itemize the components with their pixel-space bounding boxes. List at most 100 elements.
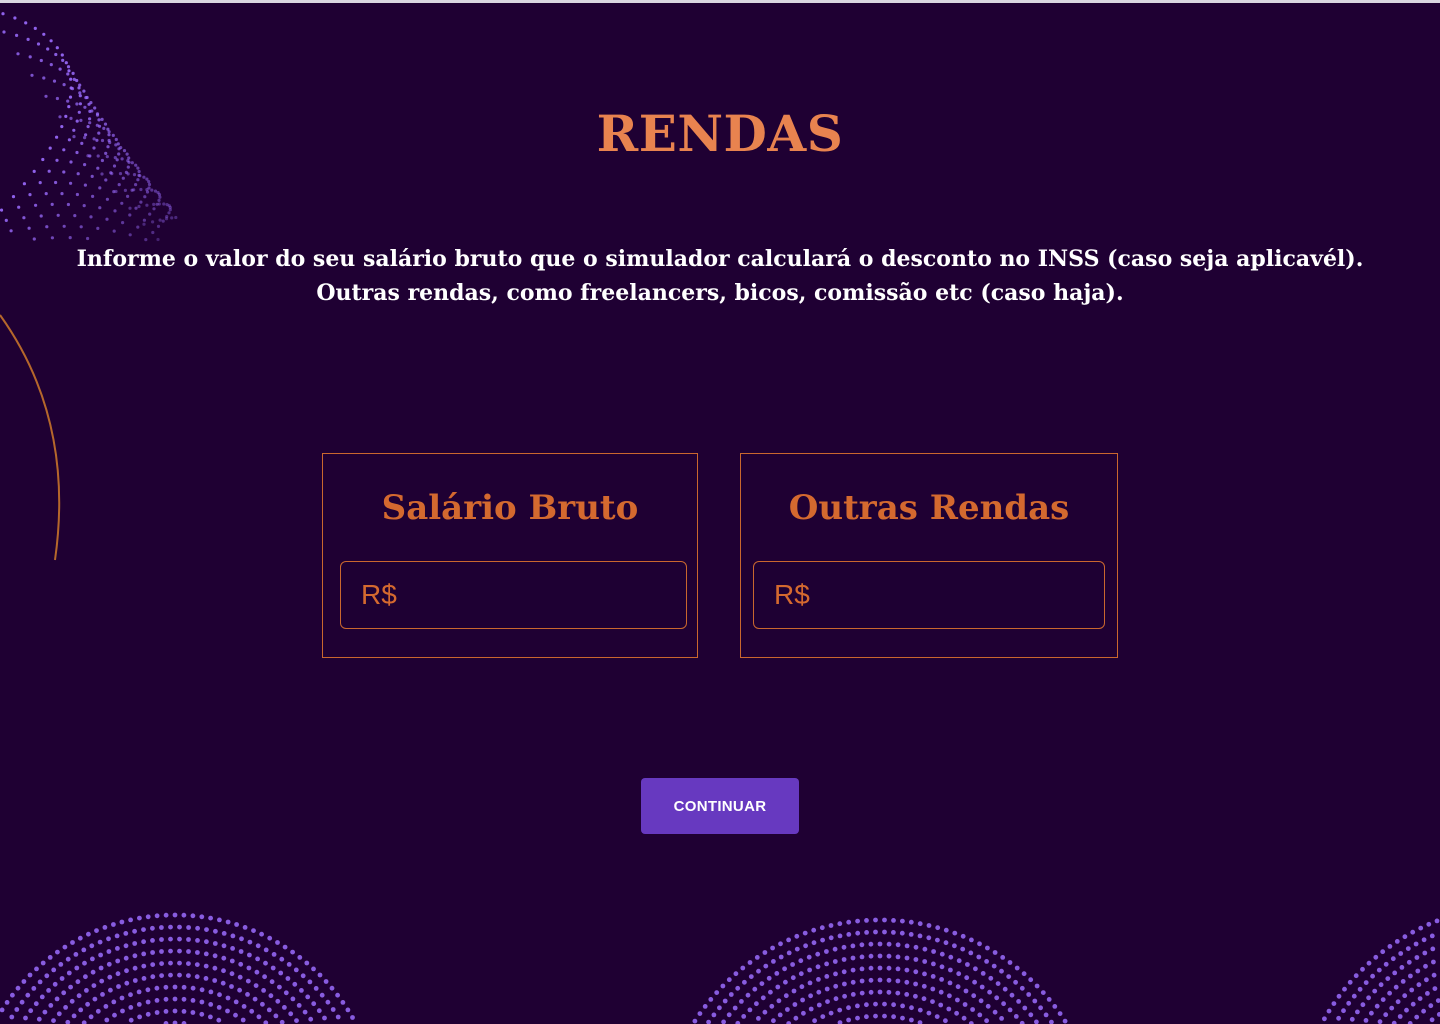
decor-dot xyxy=(48,1003,54,1008)
decor-dot xyxy=(747,1007,753,1013)
decor-dot xyxy=(269,979,275,985)
decor-dot xyxy=(754,1001,759,1007)
decor-dot xyxy=(128,1005,134,1010)
decor-dot xyxy=(922,971,927,977)
decor-dot xyxy=(900,918,905,924)
decor-dot xyxy=(195,938,200,943)
decor-dot xyxy=(329,985,335,991)
decor-dot xyxy=(820,937,825,943)
decor-dot xyxy=(68,984,73,990)
decor-dot xyxy=(999,1016,1004,1021)
decor-dot xyxy=(181,1009,187,1014)
decor-dot xyxy=(763,963,769,969)
outras-rendas-input[interactable] xyxy=(753,561,1105,629)
decor-dot xyxy=(816,1002,822,1008)
decor-dot xyxy=(237,974,243,980)
decor-dot xyxy=(1022,1005,1028,1011)
decor-dot xyxy=(139,187,143,192)
decor-dot xyxy=(163,1009,169,1014)
decor-dot xyxy=(877,965,883,971)
decor-dot xyxy=(121,176,125,180)
decor-dot xyxy=(109,171,113,175)
decor-dot xyxy=(216,1005,222,1010)
decor-dot xyxy=(229,971,235,977)
decor-dot xyxy=(1353,973,1359,979)
decor-dot xyxy=(714,990,720,995)
decor-dot xyxy=(850,979,856,985)
decor-dot xyxy=(144,238,148,242)
decor-dot xyxy=(1435,998,1440,1003)
decor-dot xyxy=(259,931,264,937)
decor-dot xyxy=(34,203,38,207)
decor-dot xyxy=(815,951,821,957)
decor-dot xyxy=(66,202,70,207)
decor-dot xyxy=(86,236,90,241)
decor-dot xyxy=(692,1018,698,1024)
decor-dot xyxy=(115,946,120,951)
decor-dot xyxy=(216,1017,222,1023)
decor-dot xyxy=(319,992,325,998)
decor-dot xyxy=(277,984,282,990)
decor-dot xyxy=(837,933,843,939)
decor-dot xyxy=(1346,1000,1352,1006)
salario-bruto-input[interactable] xyxy=(340,561,687,629)
decor-dot xyxy=(970,1007,975,1012)
decor-dot xyxy=(208,989,214,995)
decor-dot xyxy=(112,190,116,194)
decor-dot xyxy=(74,965,80,971)
decor-dot xyxy=(948,967,953,973)
decor-dot xyxy=(864,930,869,935)
decor-dot xyxy=(38,181,42,185)
decor-dot xyxy=(199,999,205,1005)
decor-dot xyxy=(1357,986,1363,992)
decor-dot xyxy=(1414,1014,1420,1020)
decor-dot xyxy=(311,1001,317,1007)
decor-dot xyxy=(262,974,267,980)
decor-dot xyxy=(921,983,927,989)
decor-dot xyxy=(790,975,796,981)
decor-dot xyxy=(841,957,847,962)
decor-dot xyxy=(181,912,187,918)
decor-dot xyxy=(1383,1012,1389,1018)
decor-dot xyxy=(37,979,43,985)
decor-dot xyxy=(76,993,82,999)
decor-dot xyxy=(150,962,156,967)
decor-dot xyxy=(1000,955,1006,960)
decor-dot xyxy=(859,966,865,972)
decor-dot xyxy=(270,965,276,971)
decor-dot xyxy=(1351,993,1357,999)
decor-dot xyxy=(882,929,887,935)
decor-dot xyxy=(935,937,940,943)
decor-dot xyxy=(963,988,969,994)
decor-dot xyxy=(212,965,218,971)
decor-dot xyxy=(850,955,856,961)
decor-dot xyxy=(971,993,977,999)
decor-dot xyxy=(1417,996,1423,1001)
decor-dot xyxy=(83,183,87,187)
decor-dot xyxy=(926,923,932,928)
decor-dot xyxy=(22,216,26,220)
decor-dot xyxy=(49,39,53,43)
decor-dot xyxy=(1421,937,1427,943)
decor-dot xyxy=(195,925,201,931)
decor-dot xyxy=(741,1014,747,1019)
decor-dot xyxy=(855,1015,860,1021)
decor-dot xyxy=(123,943,129,949)
decor-dot xyxy=(965,962,970,967)
decor-dot xyxy=(11,195,16,199)
decor-dot xyxy=(931,949,936,954)
decor-dot xyxy=(159,937,164,942)
decor-dot xyxy=(81,1020,87,1024)
decor-dot xyxy=(42,1009,48,1015)
decor-dot xyxy=(148,212,152,216)
decor-dot xyxy=(988,975,994,981)
decor-dot xyxy=(73,214,77,218)
decor-dot xyxy=(786,950,792,956)
decor-dot xyxy=(922,946,928,952)
decor-dot xyxy=(73,952,79,957)
decor-dot xyxy=(263,1020,269,1024)
decor-dot xyxy=(282,1005,287,1010)
decor-dot xyxy=(1347,979,1353,985)
decor-dot xyxy=(984,959,989,964)
continue-button[interactable]: CONTINUAR xyxy=(641,778,799,834)
